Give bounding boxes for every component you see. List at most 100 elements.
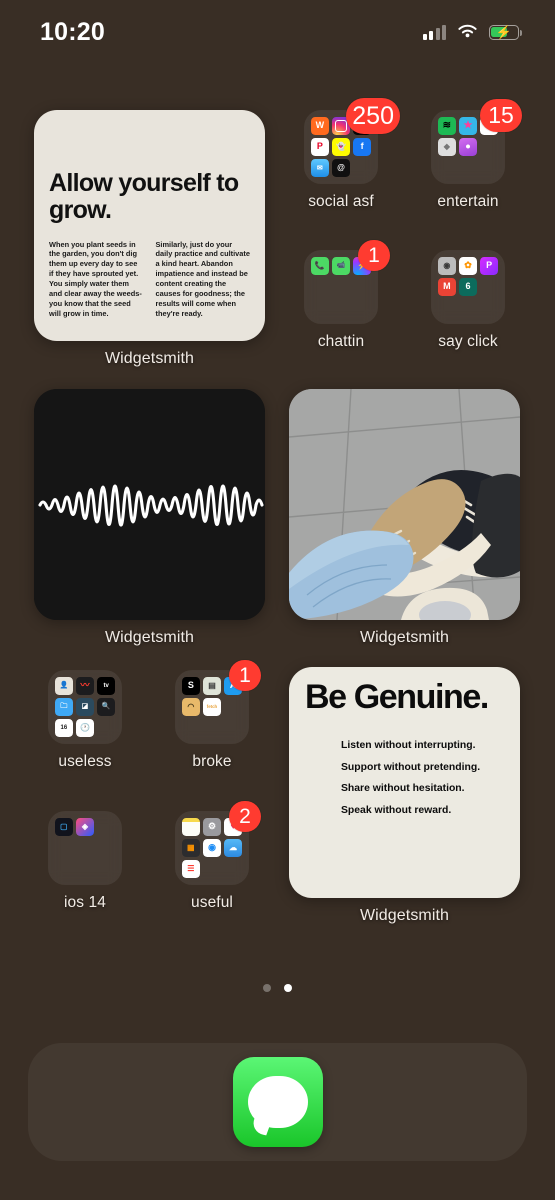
- sneakers-photo-svg: [289, 389, 520, 620]
- widget-be-genuine[interactable]: Be Genuine. Listen without interrupting.…: [289, 667, 520, 925]
- badge-count: 1: [358, 240, 390, 271]
- folder-label: broke: [192, 753, 232, 770]
- folder-preview[interactable]: ▢ ◈: [48, 811, 122, 885]
- safari-icon: ◉: [203, 839, 221, 857]
- widget-label: Widgetsmith: [104, 350, 195, 367]
- reminders-icon: ☰: [182, 860, 200, 878]
- b612-icon: 6: [459, 278, 477, 296]
- badge-count: 1: [229, 660, 261, 691]
- folder-preview[interactable]: 1 📞 📹 ⚡: [304, 240, 390, 324]
- waveform-svg: [34, 389, 265, 620]
- folder-preview[interactable]: 2 ⚙ ♥ ▦ ◉ ☁ ☰: [175, 801, 261, 885]
- gmail-icon: M: [438, 278, 456, 296]
- folder-useless[interactable]: 👤 〰 tv 🗀 ◪ 🔍 16 🕐 useless: [48, 670, 122, 771]
- quote-body-left: When you plant seeds in the garden, you …: [49, 239, 142, 318]
- badge-count: 15: [480, 99, 522, 132]
- badge-count: 2: [229, 801, 261, 832]
- folder-say-click[interactable]: ◉ ✿ P M 6 say click: [431, 250, 505, 351]
- folder-preview[interactable]: 1 S ▤ A ◠ fetch: [175, 660, 261, 744]
- widget-canvas[interactable]: Allow yourself to grow. When you plant s…: [34, 110, 265, 341]
- widget-label: Widgetsmith: [359, 907, 450, 924]
- voice-memos-icon: 〰: [76, 677, 94, 695]
- folder-preview[interactable]: 250 W ♪ P 👻 f ✉ @: [304, 98, 400, 184]
- folder-entertain[interactable]: 15 ≋ ★ ▶ ◆ ⏺ entertain: [431, 99, 522, 211]
- folder-label: useless: [58, 753, 112, 770]
- genuine-card: Be Genuine. Listen without interrupting.…: [289, 667, 520, 898]
- magnifier-icon: 🔍: [97, 698, 115, 716]
- pinterest-icon: P: [311, 138, 329, 156]
- badge-count: 250: [346, 98, 400, 134]
- quote-card: Allow yourself to grow. When you plant s…: [34, 110, 265, 341]
- genuine-list: Listen without interrupting. Support wit…: [341, 740, 504, 826]
- notes-icon: [182, 818, 200, 836]
- folder-preview[interactable]: 👤 〰 tv 🗀 ◪ 🔍 16 🕐: [48, 670, 122, 744]
- disney-star-icon: ★: [459, 117, 477, 135]
- facebook-icon: f: [353, 138, 371, 156]
- widget-canvas[interactable]: [289, 389, 520, 620]
- genuine-line: Listen without interrupting.: [341, 740, 476, 752]
- folder-broke[interactable]: 1 S ▤ A ◠ fetch broke: [175, 660, 261, 771]
- page-dot-2-active[interactable]: [284, 984, 292, 992]
- widget-label: Widgetsmith: [104, 629, 195, 646]
- temu-icon: ◠: [182, 698, 200, 716]
- calculator-icon: ▦: [182, 839, 200, 857]
- picsart-icon: P: [480, 257, 498, 275]
- facetime-icon: 📹: [332, 257, 350, 275]
- wallet-icon: ▤: [203, 677, 221, 695]
- page-dot-1[interactable]: [263, 984, 271, 992]
- quote-heading: Allow yourself to grow.: [49, 169, 239, 224]
- folder-social-asf[interactable]: 250 W ♪ P 👻 f ✉ @ social asf: [304, 98, 400, 211]
- speech-bubble-glyph: [247, 1076, 308, 1128]
- roblox-icon: ◆: [438, 138, 456, 156]
- folder-label: useful: [191, 894, 233, 911]
- widget-sneakers-photo[interactable]: Widgetsmith: [289, 389, 520, 647]
- page-dots[interactable]: [0, 984, 555, 992]
- genuine-line: Support without pretending.: [341, 761, 481, 773]
- threads-icon: @: [332, 159, 350, 177]
- mail-icon: ✉: [311, 159, 329, 177]
- widget-waveform-am[interactable]: Widgetsmith: [34, 389, 265, 647]
- folder-label: ios 14: [64, 894, 106, 911]
- camera-icon: ◉: [438, 257, 456, 275]
- wattpad-icon: W: [311, 117, 329, 135]
- weather-icon: ☁: [224, 839, 242, 857]
- widget-label: Widgetsmith: [359, 629, 450, 646]
- dock: [28, 1043, 527, 1161]
- photos-icon: ✿: [459, 257, 477, 275]
- color-widgets-icon: ◈: [76, 818, 94, 836]
- widget-canvas[interactable]: [34, 389, 265, 620]
- podcasts-icon: ⏺: [459, 138, 477, 156]
- shortcuts-icon: ◪: [76, 698, 94, 716]
- home-screen: Allow yourself to grow. When you plant s…: [0, 0, 555, 1200]
- phone-icon: 📞: [311, 257, 329, 275]
- snapchat-icon: 👻: [332, 138, 350, 156]
- folder-chattin[interactable]: 1 📞 📹 ⚡ chattin: [304, 240, 390, 351]
- widget-allow-yourself-to-grow[interactable]: Allow yourself to grow. When you plant s…: [34, 110, 265, 368]
- widgetsmith-icon: ▢: [55, 818, 73, 836]
- widget-canvas[interactable]: Be Genuine. Listen without interrupting.…: [289, 667, 520, 898]
- waveform-art: [34, 389, 265, 620]
- folder-label: chattin: [317, 333, 365, 350]
- folder-preview[interactable]: ◉ ✿ P M 6: [431, 250, 505, 324]
- messages-icon[interactable]: [232, 1057, 323, 1147]
- contacts-icon: 👤: [55, 677, 73, 695]
- genuine-line: Share without hesitation.: [341, 783, 465, 795]
- apple-tv-icon: tv: [97, 677, 115, 695]
- photo-art: [289, 389, 520, 620]
- fetch-icon: fetch: [203, 698, 221, 716]
- folder-label: entertain: [437, 193, 499, 210]
- genuine-heading: Be Genuine.: [305, 678, 489, 716]
- folder-label: social asf: [308, 193, 374, 210]
- settings-icon: ⚙: [203, 818, 221, 836]
- calendar-icon: 16: [55, 719, 73, 737]
- genuine-line: Speak without reward.: [341, 804, 452, 816]
- shein-icon: S: [182, 677, 200, 695]
- files-icon: 🗀: [55, 698, 73, 716]
- clock-icon: 🕐: [76, 719, 94, 737]
- folder-ios-14[interactable]: ▢ ◈ ios 14: [48, 811, 122, 912]
- folder-preview[interactable]: 15 ≋ ★ ▶ ◆ ⏺: [431, 99, 522, 184]
- quote-body-right: Similarly, just do your daily practice a…: [155, 239, 250, 318]
- folder-label: say click: [438, 333, 498, 350]
- folder-useful[interactable]: 2 ⚙ ♥ ▦ ◉ ☁ ☰ useful: [175, 801, 261, 912]
- spotify-icon: ≋: [438, 117, 456, 135]
